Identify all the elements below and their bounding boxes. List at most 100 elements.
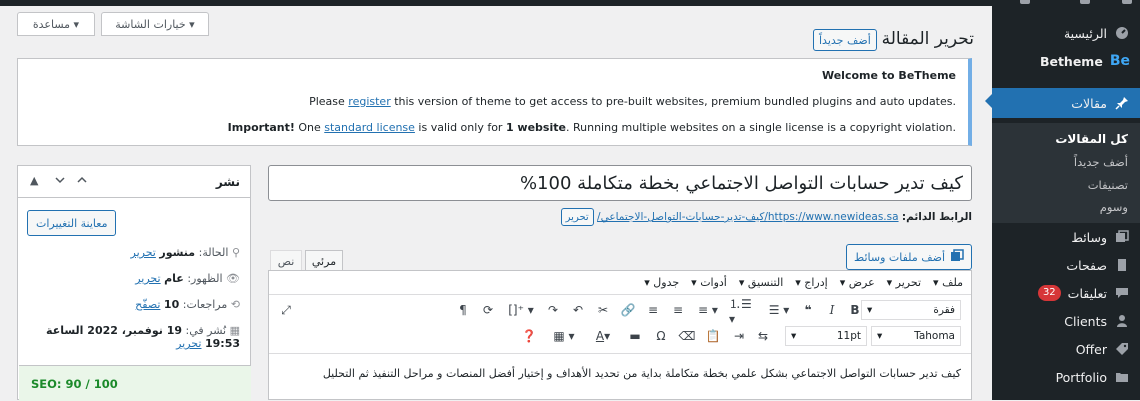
text-color-icon[interactable]: A ▾ [587, 326, 619, 346]
submenu-add-new[interactable]: أضف جديداً [1074, 155, 1128, 169]
add-media-button[interactable]: أضف ملفات وسائط [846, 244, 972, 270]
rtl-icon[interactable]: ⇆ [753, 326, 773, 346]
indent-icon[interactable]: ⇥ [729, 326, 749, 346]
menu-item-portfolio[interactable]: Portfolio [992, 364, 1140, 390]
menu-item-posts[interactable]: مقالات [985, 88, 1140, 118]
visibility-edit-link[interactable]: تحرير [135, 272, 160, 285]
menu-item-label: وسائط [1071, 229, 1107, 245]
menu-edit[interactable]: تحرير ▾ [887, 276, 921, 289]
admin-sidebar: الرئيسية Betheme Be مقالات كل المقالات أ… [985, 6, 1140, 400]
special-character-icon[interactable]: Ω [651, 326, 671, 346]
paste-text-icon[interactable]: 📋 [703, 326, 723, 346]
tab-text[interactable]: نص [270, 250, 302, 272]
menu-item-media[interactable]: وسائط [992, 224, 1140, 250]
blockquote-icon[interactable]: ❝ [799, 300, 817, 320]
calendar-icon: ▦ [229, 324, 240, 337]
unlink-icon[interactable]: ✂ [594, 300, 612, 320]
published-edit-link[interactable]: تحرير [176, 337, 201, 350]
comments-count-badge: 32 [1037, 285, 1061, 301]
menu-item-comments[interactable]: 32 تعليقات [992, 280, 1140, 306]
permalink-label: الرابط الدائم: [901, 211, 972, 223]
content-wrap: مساعدة ▾ خيارات الشاشة ▾ تحرير المقالة أ… [0, 6, 992, 401]
seo-score: SEO: 90 / 100 [31, 377, 118, 391]
register-link[interactable]: register [348, 95, 390, 108]
numbered-list-icon[interactable]: ⒈☰ ▾ [729, 297, 759, 326]
posts-submenu: كل المقالات أضف جديداً تصنيفات وسوم [992, 123, 1140, 223]
submenu-tags[interactable]: وسوم [1100, 200, 1128, 214]
notice-text: . Running multiple websites on a single … [565, 121, 956, 134]
link-icon[interactable]: 🔗 [619, 300, 637, 320]
menu-item-clients[interactable]: Clients [992, 308, 1140, 334]
align-center-icon[interactable]: ≡ [669, 300, 687, 320]
editor-menubar: ملف ▾ تحرير ▾ عرض ▾ إدراج ▾ التنسيق ▾ أد… [269, 271, 971, 295]
notice-text: Please [309, 95, 349, 108]
standard-license-link[interactable]: standard license [324, 121, 415, 134]
menu-item-pages[interactable]: صفحات [992, 252, 1140, 278]
preview-changes-button[interactable]: معاينة التغييرات [27, 210, 117, 236]
wordpress-icon[interactable] [1122, 0, 1132, 4]
fullscreen-icon[interactable]: ⤢ [277, 300, 295, 320]
chevron-down-icon[interactable] [54, 174, 66, 189]
submenu-categories[interactable]: تصنيفات [1088, 178, 1128, 192]
eye-icon: 👁 [226, 272, 240, 285]
menu-item-home[interactable]: الرئيسية [992, 20, 1140, 46]
published-date: 19 نوفمبر، 2022 الساعة [46, 324, 183, 337]
font-size-select[interactable]: ▾ 11pt [785, 326, 867, 346]
move-down-icon[interactable]: ▲ [30, 174, 38, 187]
tab-visual[interactable]: مرئي [305, 250, 343, 272]
add-new-post-button[interactable]: أضف جديداً [813, 29, 877, 51]
clear-formatting-icon[interactable]: ⌫ [677, 326, 697, 346]
paragraph-mark-icon[interactable]: ¶ [454, 300, 472, 320]
menu-file[interactable]: ملف ▾ [933, 276, 963, 289]
more-tag-icon[interactable]: []⁺ ▾ [504, 300, 538, 320]
italic-icon[interactable]: I [824, 300, 840, 320]
status-edit-link[interactable]: تحرير [131, 246, 156, 259]
permalink-edit-button[interactable]: تحرير [560, 208, 594, 226]
publish-box: نشر ▲ معاينة التغييرات ⚲ الحالة: منشور ت… [17, 165, 251, 401]
help-icon[interactable]: ❓ [519, 326, 539, 346]
undo-icon[interactable]: ↶ [569, 300, 587, 320]
menu-insert[interactable]: إدراج ▾ [795, 276, 827, 289]
notice-text: 1 website [505, 121, 566, 134]
revisions-browse-link[interactable]: تصفّح [135, 298, 160, 311]
chevron-down-icon: ▾ [867, 304, 873, 316]
menu-item-label: Offer [1075, 341, 1107, 357]
chevron-down-icon: ▾ [791, 330, 797, 342]
menu-item-label: تعليقات [1067, 285, 1107, 301]
format-select[interactable]: ▾ فقرة [861, 300, 961, 320]
users-icon [1114, 313, 1130, 329]
sync-icon[interactable]: ⟳ [479, 300, 497, 320]
align-left-icon[interactable]: ≡ ▾ [694, 300, 722, 320]
submenu-all-posts[interactable]: كل المقالات [1055, 132, 1128, 146]
post-title-input[interactable] [268, 165, 972, 201]
table-icon[interactable]: ▦ ▾ [547, 326, 581, 346]
font-family-select[interactable]: ▾ Tahoma [871, 326, 961, 346]
redo-icon[interactable]: ↷ [544, 300, 562, 320]
editor-content[interactable]: كيف تدير حسابات التواصل الاجتماعي بشكل ع… [281, 365, 961, 382]
menu-item-label: Clients [1064, 313, 1107, 329]
revisions-value: 10 [163, 298, 180, 311]
chevron-down-icon: ▾ [877, 330, 883, 342]
chevron-up-icon[interactable] [76, 174, 88, 189]
menu-tools[interactable]: أدوات ▾ [691, 276, 727, 289]
menu-table[interactable]: جدول ▾ [644, 276, 679, 289]
align-right-icon[interactable]: ≡ [644, 300, 662, 320]
editor-toolbar-row-2: ▾ Tahoma ▾ 11pt ⇆ ⇥ 📋 ⌫ Ω ▬ A ▾ ▦ ▾ ❓ [269, 323, 971, 349]
bold-icon[interactable]: B [847, 300, 863, 320]
home-icon[interactable] [1080, 0, 1090, 4]
menu-item-label: الرئيسية [1063, 25, 1107, 41]
permalink-url-link[interactable]: https://www.newideas.sa/كيف-تدير-حسابات-… [597, 211, 899, 223]
menu-format[interactable]: التنسيق ▾ [739, 276, 783, 289]
menu-item-offer[interactable]: Offer [992, 336, 1140, 362]
screen-options-button[interactable]: خيارات الشاشة ▾ [101, 12, 209, 36]
comment-icon[interactable] [1020, 0, 1030, 4]
status-label: الحالة: [198, 246, 229, 259]
menu-item-betheme[interactable]: Betheme Be [992, 48, 1140, 74]
menu-view[interactable]: عرض ▾ [840, 276, 875, 289]
betheme-logo: Be [1109, 53, 1130, 69]
revisions-label: مراجعات: [182, 298, 228, 311]
published-time: 19:53 [204, 337, 240, 350]
bullet-list-icon[interactable]: ☰ ▾ [765, 300, 793, 320]
horizontal-line-icon[interactable]: ▬ [625, 326, 645, 346]
help-tab-button[interactable]: مساعدة ▾ [17, 12, 95, 36]
